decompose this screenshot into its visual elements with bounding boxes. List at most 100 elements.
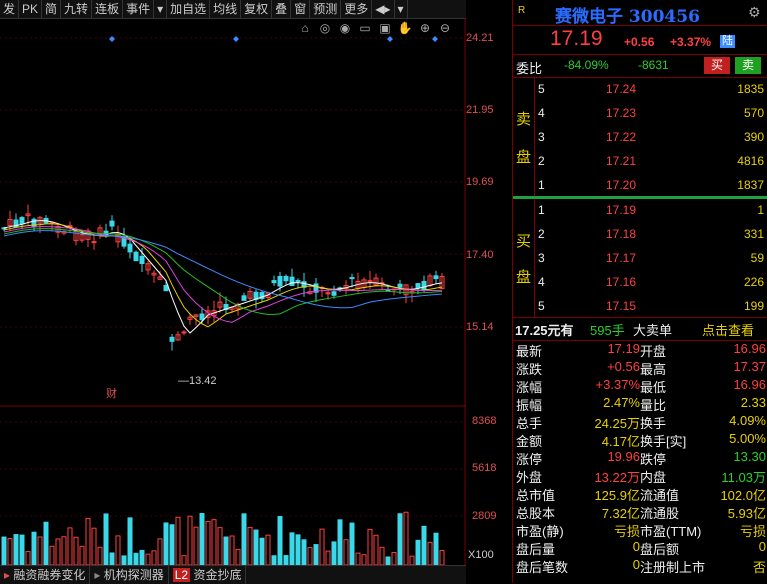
event-marker[interactable] — [387, 36, 393, 42]
quote-label: 量比 — [640, 398, 667, 413]
volume-bar — [391, 552, 397, 565]
quote-label: 最新 — [516, 344, 543, 359]
toolbar-item-10[interactable]: 叠 — [272, 0, 292, 18]
book-vol: 570 — [743, 106, 764, 120]
big-order-link[interactable]: 点击查看 — [702, 320, 754, 339]
volume-bar — [109, 552, 115, 565]
book-price: 17.18 — [606, 227, 637, 241]
toolbar-item-15[interactable]: ▾ — [395, 0, 408, 18]
volume-bar — [409, 555, 415, 565]
volume-bar — [163, 522, 169, 565]
quote-value: +3.37% — [595, 377, 640, 392]
event-marker[interactable] — [109, 36, 115, 42]
volume-bar — [241, 513, 247, 565]
volume-bar — [319, 528, 325, 565]
toolbar-item-3[interactable]: 九转 — [61, 0, 93, 18]
book-vol: 59 — [750, 251, 764, 265]
quote-label: 最高 — [640, 362, 667, 377]
low-price-label: —13.42 — [178, 375, 217, 387]
price-tick: 17.40 — [466, 249, 494, 261]
toolbar-item-14[interactable]: ◀▸ — [372, 0, 395, 18]
toolbar-item-5[interactable]: 事件 — [123, 0, 155, 18]
stock-name: 赛微电子 — [555, 7, 623, 27]
event-marker[interactable] — [432, 36, 438, 42]
toolbar-item-0[interactable]: 发 — [0, 0, 20, 18]
volume-bar — [199, 512, 205, 565]
candle-body — [271, 280, 277, 284]
candle-body — [415, 283, 421, 289]
quote-label: 流通股 — [640, 506, 680, 521]
volume-bar — [85, 517, 91, 565]
quote-value: 0 — [632, 557, 640, 572]
volume-bar — [211, 519, 217, 565]
quote-label: 流通值 — [640, 488, 680, 503]
financial-report-marker[interactable]: 财 — [106, 386, 117, 400]
volume-bar — [403, 511, 409, 565]
volume-bar — [415, 539, 421, 565]
volume-bar — [259, 537, 265, 565]
candle-body — [421, 280, 427, 292]
toolbar-item-6[interactable]: ▾ — [154, 0, 168, 18]
big-order-qty: 595手 — [590, 323, 625, 338]
volume-bar — [271, 555, 277, 565]
candle-body — [331, 291, 337, 296]
book-level: 5 — [538, 299, 545, 313]
quote-value: +0.56 — [607, 359, 640, 374]
bottom-tab-bar: ▸ 融资融券变化 ▸ 机构探测器 L2 资金抄底 — [0, 565, 466, 584]
sell-button[interactable]: 卖 — [735, 57, 761, 74]
volume-bar — [283, 555, 289, 565]
volume-bar — [121, 555, 127, 565]
kline-chart[interactable]: —13.42 财 — [0, 18, 466, 565]
quote-label: 盘后量 — [516, 542, 556, 557]
volume-bar — [73, 536, 79, 565]
toolbar-item-1[interactable]: PK — [19, 0, 43, 18]
volume-bar — [61, 536, 67, 565]
volume-bar — [217, 527, 223, 565]
toolbar-item-4[interactable]: 连板 — [92, 0, 124, 18]
quote-value: 7.32亿 — [601, 506, 640, 521]
book-divider — [512, 196, 767, 199]
quote-value: 19.96 — [607, 449, 640, 464]
quote-value: 125.9亿 — [594, 488, 640, 503]
quote-panel: R 赛微电子 300456 ⚙ 17.19 +0.56 +3.37% 陆 委比 … — [512, 0, 767, 583]
volume-bar — [265, 534, 271, 565]
quote-value: 24.25万 — [594, 416, 640, 431]
book-level: 4 — [538, 106, 545, 120]
buy-button[interactable]: 买 — [704, 57, 730, 74]
book-vol: 1837 — [737, 178, 764, 192]
quote-label: 金额 — [516, 434, 543, 449]
volume-bar — [79, 545, 85, 565]
tab-institution-detector[interactable]: ▸ 机构探测器 — [90, 566, 169, 584]
toolbar-item-7[interactable]: 加自选 — [167, 0, 211, 18]
toolbar-item-12[interactable]: 预测 — [310, 0, 342, 18]
toolbar-item-8[interactable]: 均线 — [210, 0, 242, 18]
volume-tick: 2809 — [472, 510, 497, 522]
volume-bar — [349, 522, 355, 565]
volume-bar — [91, 527, 97, 565]
candle-body — [199, 313, 205, 321]
quote-value: 13.30 — [733, 449, 766, 464]
book-level: 2 — [538, 227, 545, 241]
book-level: 4 — [538, 275, 545, 289]
tab-capital-bottom[interactable]: L2 资金抄底 — [169, 566, 247, 584]
toolbar-item-2[interactable]: 简 — [42, 0, 62, 18]
buy-side-label: 盘 — [516, 269, 532, 286]
volume-bar — [325, 550, 331, 565]
event-marker[interactable] — [233, 36, 239, 42]
tab-margin-trading[interactable]: ▸ 融资融券变化 — [0, 566, 91, 584]
big-order-label: 大卖单 — [633, 323, 673, 338]
book-level: 3 — [538, 130, 545, 144]
toolbar-item-9[interactable]: 复权 — [241, 0, 273, 18]
book-price: 17.23 — [606, 106, 637, 120]
volume-bar — [181, 555, 187, 565]
quote-value: 102.0亿 — [720, 488, 766, 503]
quote-label: 涨跌 — [516, 362, 543, 377]
volume-bar — [145, 553, 151, 565]
quote-value: 亏损 — [613, 524, 640, 539]
volume-bar — [55, 538, 61, 565]
quote-label: 盘后额 — [640, 542, 680, 557]
toolbar-item-13[interactable]: 更多 — [341, 0, 373, 18]
sell-side-label: 盘 — [516, 149, 532, 166]
gear-icon[interactable]: ⚙ — [748, 4, 761, 21]
toolbar-item-11[interactable]: 窗 — [291, 0, 311, 18]
